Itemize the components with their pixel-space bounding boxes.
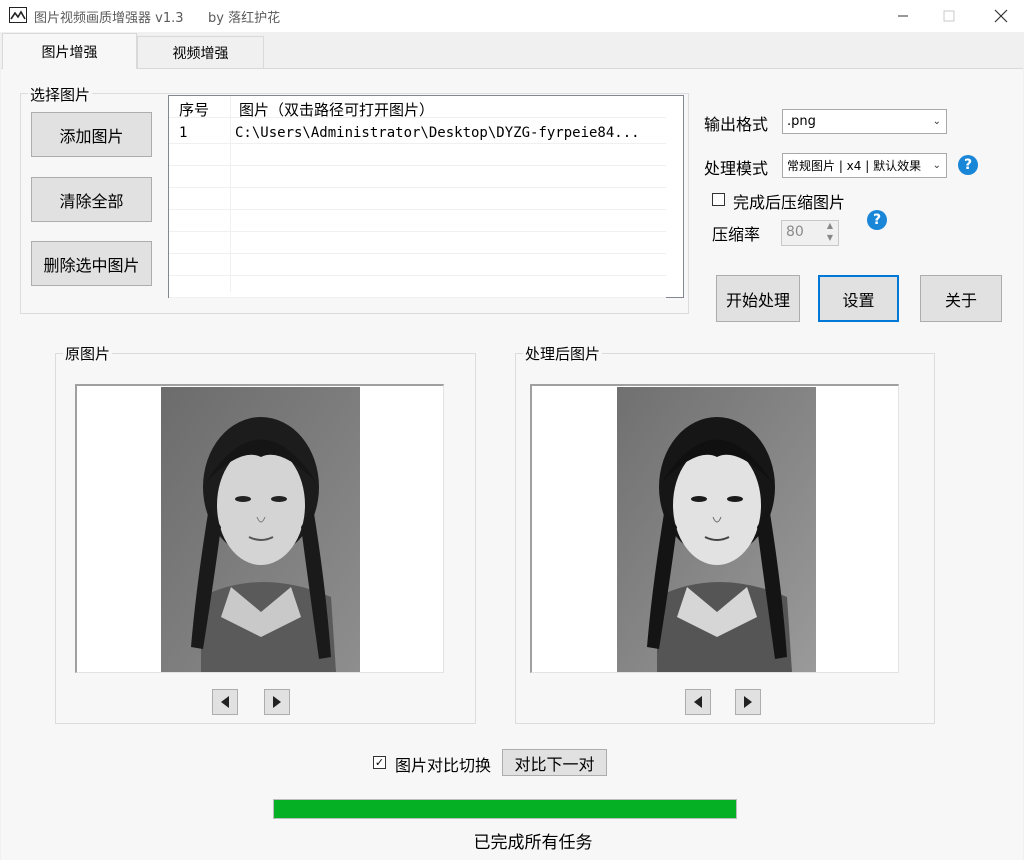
minimize-icon[interactable] [880,0,926,32]
ratio-spinner[interactable]: 80 ▲ ▼ [781,220,839,246]
row-path[interactable]: C:\Users\Administrator\Desktop\DYZG-fyrp… [235,125,640,141]
compare-toggle-checkbox[interactable]: ✓ [373,756,386,769]
compare-toggle-label: 图片对比切换 [395,756,492,775]
compare-next-pair-button[interactable]: 对比下一对 [502,749,607,776]
window-title: 图片视频画质增强器 v1.3 [34,11,184,26]
progress-bar [273,799,737,819]
empty-row [169,144,666,166]
output-format-select[interactable]: .png ⌄ [782,109,947,134]
start-processing-button[interactable]: 开始处理 [716,275,800,322]
output-format-label: 输出格式 [704,115,769,134]
processed-prev-button[interactable] [685,689,711,715]
compress-checkbox[interactable] [712,193,725,206]
close-icon[interactable] [978,0,1024,32]
mode-label: 处理模式 [704,159,769,178]
triangle-right-icon [273,696,281,708]
mode-help-icon[interactable]: ? [958,155,978,175]
spin-down-icon[interactable]: ▼ [822,233,838,245]
list-header: 序号 图片（双击路径可打开图片） [169,96,666,120]
empty-row [169,254,666,276]
mode-select[interactable]: 常规图片 | x4 | 默认效果 ⌄ [782,153,947,178]
processed-image-frame [530,384,899,673]
column-header-index: 序号 [179,101,210,119]
original-preview-title: 原图片 [63,343,113,364]
image-file-list[interactable]: 序号 图片（双击路径可打开图片） 1 C:\Users\Administrato… [168,95,684,298]
original-prev-button[interactable] [212,689,238,715]
window-author: by 落红护花 [208,11,281,26]
empty-row [169,232,666,254]
spin-up-icon[interactable]: ▲ [822,221,838,233]
progress-fill [274,800,736,818]
triangle-left-icon [221,696,229,708]
compress-checkbox-label: 完成后压缩图片 [733,193,846,212]
clear-all-button[interactable]: 清除全部 [31,177,152,222]
processed-preview-title: 处理后图片 [523,343,603,364]
output-format-value: .png [787,114,816,129]
chevron-down-icon: ⌄ [932,116,941,127]
app-logo-icon [9,7,27,23]
tab-image-enhance[interactable]: 图片增强 [2,33,137,69]
ratio-label: 压缩率 [712,225,761,244]
ratio-value: 80 [786,224,804,240]
original-image-frame [75,384,444,673]
select-image-group-title: 选择图片 [28,84,93,105]
add-image-button[interactable]: 添加图片 [31,112,152,157]
delete-selected-button[interactable]: 删除选中图片 [31,241,152,286]
empty-row [169,166,666,188]
original-next-button[interactable] [264,689,290,715]
triangle-right-icon [744,696,752,708]
tab-video-enhance[interactable]: 视频增强 [137,36,264,68]
empty-row [169,276,666,298]
processed-next-button[interactable] [735,689,761,715]
triangle-left-icon [694,696,702,708]
maximize-icon[interactable] [926,0,972,32]
settings-button[interactable]: 设置 [818,275,899,322]
table-row[interactable]: 1 C:\Users\Administrator\Desktop\DYZG-fy… [169,122,666,144]
empty-row [169,188,666,210]
empty-row [169,210,666,232]
chevron-down-icon: ⌄ [932,160,941,171]
original-photo [161,387,360,672]
row-index: 1 [179,125,188,141]
processed-photo [617,387,816,672]
status-text: 已完成所有任务 [473,833,593,853]
title-bar: 图片视频画质增强器 v1.3 by 落红护花 [0,0,1024,32]
mode-value: 常规图片 | x4 | 默认效果 [787,159,922,173]
about-button[interactable]: 关于 [920,275,1002,322]
compress-help-icon[interactable]: ? [867,210,887,230]
column-header-path[interactable]: 图片（双击路径可打开图片） [239,99,434,120]
